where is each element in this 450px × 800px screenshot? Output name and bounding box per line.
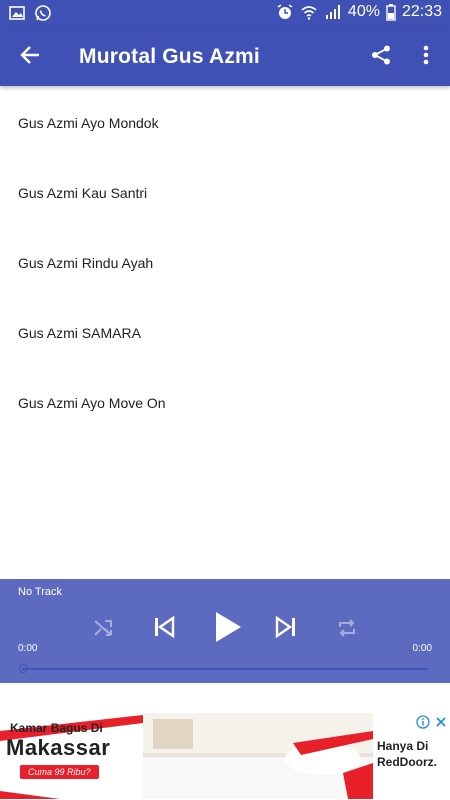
track-item-kau-santri[interactable]: Gus Azmi Kau Santri xyxy=(0,158,450,228)
play-button[interactable] xyxy=(210,609,246,649)
ad-area: Kamar Bagus Di Makassar Cuma 99 Ribu? Ha… xyxy=(0,683,450,800)
play-icon xyxy=(213,610,243,649)
track-item-ayo-move-on[interactable]: Gus Azmi Ayo Move On xyxy=(0,368,450,438)
seek-thumb[interactable] xyxy=(19,664,28,673)
gallery-icon xyxy=(8,4,26,22)
repeat-icon xyxy=(336,617,358,644)
app-bar: Murotal Gus Azmi xyxy=(0,28,450,86)
ad-info-icon[interactable] xyxy=(416,715,430,729)
signal-icon xyxy=(324,3,342,21)
shuffle-icon xyxy=(92,617,114,644)
track-list: Gus Azmi Ayo Mondok Gus Azmi Kau Santri … xyxy=(0,88,450,438)
ad-banner[interactable]: Kamar Bagus Di Makassar Cuma 99 Ribu? Ha… xyxy=(0,713,450,799)
seek-bar[interactable] xyxy=(22,668,428,670)
more-vert-icon xyxy=(423,45,429,70)
ad-left-panel: Kamar Bagus Di Makassar Cuma 99 Ribu? xyxy=(0,713,143,799)
repeat-button[interactable] xyxy=(334,617,360,643)
battery-percent: 40% xyxy=(347,3,380,20)
shuffle-button[interactable] xyxy=(90,617,116,643)
whatsapp-icon xyxy=(34,4,52,22)
music-player: No Track 0:00 0:00 xyxy=(0,579,450,683)
track-item-samara[interactable]: Gus Azmi SAMARA xyxy=(0,298,450,368)
previous-button[interactable] xyxy=(150,615,178,643)
page-title: Murotal Gus Azmi xyxy=(79,45,260,68)
time-elapsed: 0:00 xyxy=(18,643,38,654)
next-button[interactable] xyxy=(272,615,300,643)
clock: 22:33 xyxy=(401,3,442,20)
track-item-rindu-ayah[interactable]: Gus Azmi Rindu Ayah xyxy=(0,228,450,298)
ad-headline-big: Makassar xyxy=(6,735,111,760)
status-right: 40% 22:33 xyxy=(276,3,442,21)
now-playing-label: No Track xyxy=(18,586,63,598)
back-button[interactable] xyxy=(14,41,46,73)
next-icon xyxy=(274,615,298,644)
wifi-icon xyxy=(300,3,318,21)
time-total: 0:00 xyxy=(412,643,432,654)
share-button[interactable] xyxy=(366,42,396,72)
ad-photo xyxy=(143,713,373,799)
alarm-icon xyxy=(276,3,294,21)
ad-close-icon[interactable] xyxy=(434,715,448,729)
track-item-ayo-mondok[interactable]: Gus Azmi Ayo Mondok xyxy=(0,88,450,158)
ad-right-line1: Hanya Di xyxy=(377,739,429,753)
more-options-button[interactable] xyxy=(414,42,438,72)
ad-price-pill: Cuma 99 Ribu? xyxy=(20,765,99,779)
status-bar: 40% 22:33 xyxy=(0,0,450,28)
ad-headline-small: Kamar Bagus Di xyxy=(10,721,103,735)
status-left-icons xyxy=(8,4,52,22)
previous-icon xyxy=(152,615,176,644)
share-icon xyxy=(370,44,392,71)
back-arrow-icon xyxy=(19,44,41,71)
battery-icon xyxy=(386,3,396,21)
ad-right-line2: RedDoorz. xyxy=(377,755,437,769)
